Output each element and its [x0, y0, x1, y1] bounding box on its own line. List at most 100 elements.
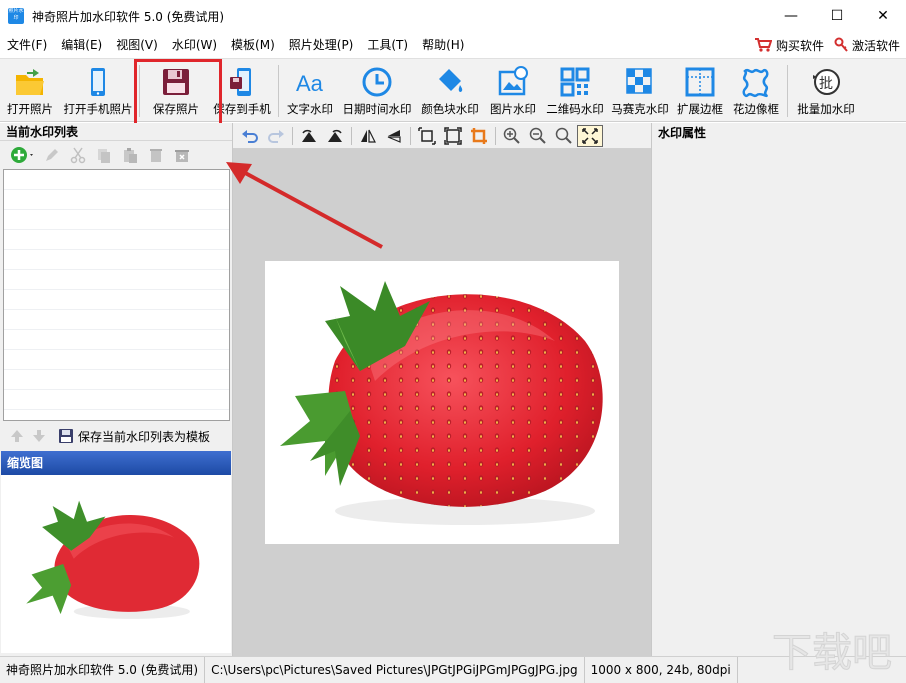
menu-tools[interactable]: 工具(T): [360, 32, 415, 58]
phone-icon: [91, 68, 105, 96]
redo-button[interactable]: [263, 125, 289, 147]
key-icon: [834, 37, 848, 52]
copy-watermark-button[interactable]: [92, 144, 116, 166]
menu-photo-processing[interactable]: 照片处理(P): [282, 32, 361, 58]
batch-watermark-button[interactable]: 批 批量加水印: [791, 59, 861, 121]
expand-border-button[interactable]: 扩展边框: [672, 59, 728, 121]
left-panel: 当前水印列表 保存当前水印列表为模板 缩览图: [0, 123, 233, 656]
color-block-watermark-label: 颜色块水印: [421, 102, 479, 116]
list-row: [4, 390, 229, 410]
rotate-right-icon: [328, 129, 342, 142]
qrcode-watermark-label: 二维码水印: [546, 102, 604, 116]
cut-watermark-button[interactable]: [66, 144, 90, 166]
flip-horizontal-button[interactable]: [355, 125, 381, 147]
paint-bucket-icon: [439, 69, 463, 93]
fit-window-button[interactable]: [577, 124, 603, 147]
menu-watermark[interactable]: 水印(W): [165, 32, 224, 58]
thumbnail-image[interactable]: [16, 484, 216, 644]
title-bar: 照片水印 神奇照片加水印软件 5.0 (免费试用) — ☐ ✕: [0, 0, 906, 32]
maximize-button[interactable]: ☐: [814, 0, 860, 32]
scissors-icon: [70, 147, 86, 164]
paste-watermark-button[interactable]: [118, 144, 142, 166]
rotate-left-icon: [302, 129, 316, 142]
canvas-toolbar: [233, 123, 651, 149]
status-image-info: 1000 x 800, 24b, 80dpi: [585, 656, 738, 683]
flip-vertical-icon: [387, 129, 401, 143]
close-button[interactable]: ✕: [860, 0, 906, 32]
undo-button[interactable]: [237, 125, 263, 147]
mosaic-watermark-label: 马赛克水印: [611, 102, 669, 116]
menu-template[interactable]: 模板(M): [224, 32, 282, 58]
pencil-icon: [46, 149, 58, 161]
menu-view[interactable]: 视图(V): [109, 32, 165, 58]
zoom-actual-icon: [555, 127, 572, 144]
buy-software-link[interactable]: 购买软件: [754, 37, 824, 54]
delete-watermark-button[interactable]: [144, 144, 168, 166]
zoom-in-icon: [503, 127, 520, 144]
fit-frame-button[interactable]: [440, 125, 466, 147]
window-controls: — ☐ ✕: [768, 0, 906, 32]
watermark-list-title: 当前水印列表: [0, 123, 232, 141]
rotate-left-button[interactable]: [296, 125, 322, 147]
crop-button[interactable]: [466, 125, 492, 147]
menu-help[interactable]: 帮助(H): [415, 32, 471, 58]
move-down-button[interactable]: [28, 425, 50, 447]
paste-icon: [124, 148, 137, 163]
toolbar-separator: [787, 65, 788, 117]
rotate-right-button[interactable]: [322, 125, 348, 147]
clear-all-icon: [175, 150, 189, 162]
right-panel: 水印属性: [651, 123, 906, 656]
mosaic-watermark-button[interactable]: 马赛克水印: [608, 59, 672, 121]
save-template-icon: [59, 429, 73, 443]
list-row: [4, 270, 229, 290]
canvas-area: [233, 123, 651, 656]
open-photo-button[interactable]: 打开照片: [0, 59, 60, 121]
edit-watermark-button[interactable]: [40, 144, 64, 166]
mosaic-icon: [626, 68, 652, 94]
svg-text:批: 批: [819, 76, 833, 92]
arrow-up-icon: [11, 430, 23, 442]
list-row: [4, 210, 229, 230]
open-photo-label: 打开照片: [7, 102, 53, 116]
batch-icon: 批: [813, 69, 840, 95]
photo-canvas[interactable]: [265, 261, 619, 544]
open-phone-photo-button[interactable]: 打开手机照片: [60, 59, 136, 121]
list-row: [4, 170, 229, 190]
list-row: [4, 330, 229, 350]
menu-bar: 文件(F) 编辑(E) 视图(V) 水印(W) 模板(M) 照片处理(P) 工具…: [0, 32, 906, 58]
qrcode-watermark-button[interactable]: 二维码水印: [542, 59, 608, 121]
zoom-actual-button[interactable]: [551, 125, 577, 147]
save-as-template-button[interactable]: 保存当前水印列表为模板: [58, 428, 210, 445]
thumbnail-area: [1, 475, 231, 653]
datetime-watermark-button[interactable]: 日期时间水印: [338, 59, 416, 121]
resize-button[interactable]: [414, 125, 440, 147]
flip-horizontal-icon: [361, 129, 376, 143]
minimize-button[interactable]: —: [768, 0, 814, 32]
image-watermark-button[interactable]: 图片水印: [484, 59, 542, 121]
status-app-name: 神奇照片加水印软件 5.0 (免费试用): [0, 656, 206, 683]
strawberry-photo: [280, 281, 603, 525]
list-row: [4, 370, 229, 390]
menu-file[interactable]: 文件(F): [0, 32, 54, 58]
border-frame-icon: [685, 67, 715, 97]
watermark-list[interactable]: [3, 169, 230, 421]
add-green-icon: [11, 147, 33, 163]
toolbar-separator: [495, 126, 496, 145]
add-watermark-button[interactable]: [8, 144, 38, 166]
open-phone-photo-label: 打开手机照片: [63, 102, 133, 116]
batch-watermark-label: 批量加水印: [797, 102, 855, 116]
color-block-watermark-button[interactable]: 颜色块水印: [416, 59, 484, 121]
menu-edit[interactable]: 编辑(E): [54, 32, 109, 58]
activate-software-link[interactable]: 激活软件: [834, 37, 900, 54]
qrcode-icon: [560, 67, 590, 97]
move-up-button[interactable]: [6, 425, 28, 447]
text-watermark-button[interactable]: Aa 文字水印: [282, 59, 338, 121]
site-watermark-logo: 下载吧: [770, 620, 900, 679]
zoom-out-button[interactable]: [525, 125, 551, 147]
flip-vertical-button[interactable]: [381, 125, 407, 147]
lace-border-button[interactable]: 花边像框: [728, 59, 784, 121]
folder-open-icon: [16, 69, 44, 95]
zoom-in-button[interactable]: [499, 125, 525, 147]
clear-watermarks-button[interactable]: [170, 144, 194, 166]
save-as-template-label: 保存当前水印列表为模板: [78, 429, 211, 444]
